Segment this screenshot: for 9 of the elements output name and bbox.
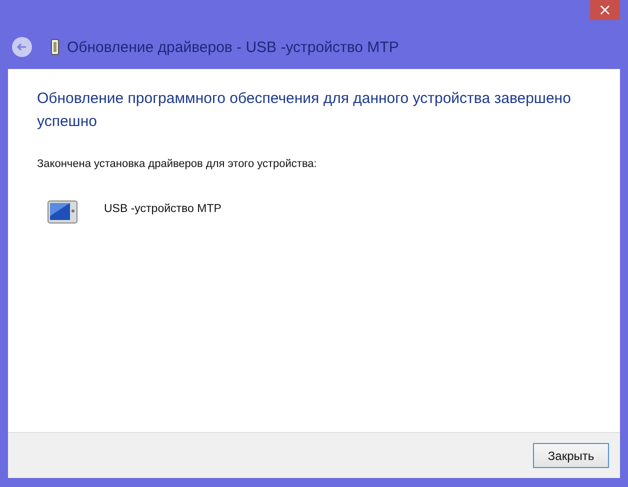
heading: Обновление программного обеспечения для данного устройства завершено успешно — [37, 89, 572, 132]
close-button[interactable]: × — [590, 0, 620, 20]
back-icon[interactable] — [11, 36, 33, 58]
window-title: Обновление драйверов - USB -устройство MTP — [67, 38, 399, 56]
usb-icon — [51, 39, 59, 55]
status-message: Закончена установка драйверов для этого устройства: — [37, 158, 318, 170]
device-icon — [47, 198, 79, 226]
close-dialog-button[interactable]: Закрыть — [533, 443, 609, 468]
device-name: USB -устройство MTP — [104, 203, 222, 215]
